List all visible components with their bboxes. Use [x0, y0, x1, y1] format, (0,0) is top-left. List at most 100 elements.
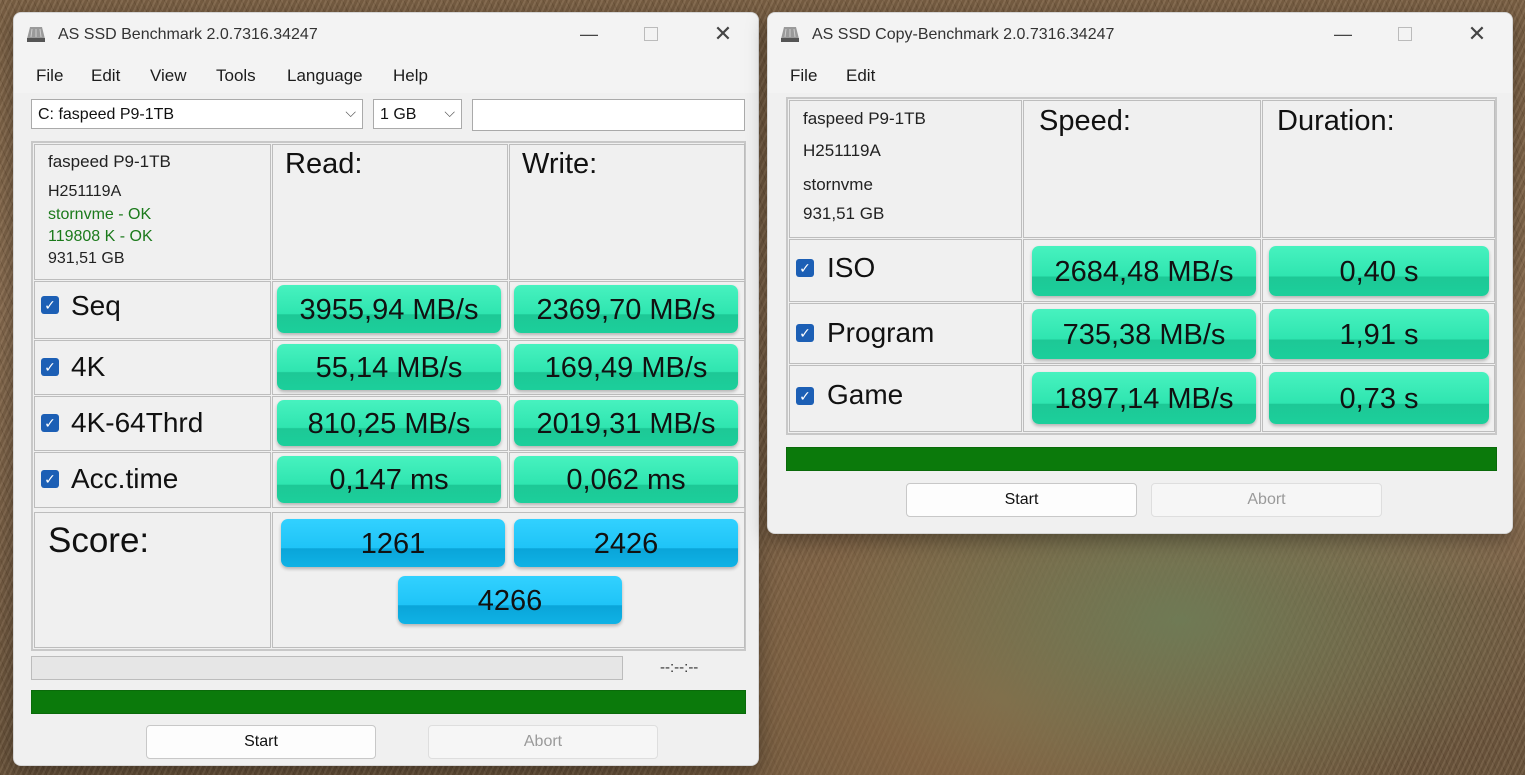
program-speed-value: 735,38 MB/s: [1032, 309, 1256, 359]
minimize-icon[interactable]: —: [578, 23, 600, 45]
menu-file[interactable]: File: [36, 66, 63, 86]
menu-edit[interactable]: Edit: [846, 66, 875, 86]
copy-drive-info-cell: faspeed P9-1TB H251119A stornvme 931,51 …: [789, 100, 1022, 238]
test-progress-bar: [31, 656, 623, 680]
chevron-down-icon: ⌵: [345, 104, 356, 120]
driver-status: stornvme - OK: [48, 206, 152, 223]
size-select[interactable]: 1 GB ⌵: [373, 99, 462, 129]
abort-button[interactable]: Abort: [1151, 483, 1382, 517]
row-game-label-cell: ✓ Game: [789, 365, 1022, 432]
as-ssd-copy-benchmark-window: AS SSD Copy-Benchmark 2.0.7316.34247 — ✕…: [767, 12, 1513, 534]
menu-language[interactable]: Language: [287, 66, 363, 86]
row-4k-write-cell: 169,49 MB/s: [509, 340, 745, 395]
row-4k-read-cell: 55,14 MB/s: [272, 340, 508, 395]
drive-firmware: H251119A: [803, 141, 881, 160]
maximize-icon[interactable]: [640, 23, 662, 45]
score-read-value: 1261: [281, 519, 505, 567]
4k-write-value: 169,49 MB/s: [514, 344, 738, 390]
speed-header: Speed:: [1039, 105, 1131, 137]
drive-icon: [781, 27, 799, 42]
row-label-acctime: Acc.time: [71, 463, 179, 494]
row-seq-write-cell: 2369,70 MB/s: [509, 281, 745, 339]
game-speed-value: 1897,14 MB/s: [1032, 372, 1256, 424]
start-button[interactable]: Start: [146, 725, 376, 759]
row-acctime-read-cell: 0,147 ms: [272, 452, 508, 508]
close-icon[interactable]: ✕: [1466, 23, 1488, 45]
start-button[interactable]: Start: [906, 483, 1137, 517]
row-game-duration-cell: 0,73 s: [1262, 365, 1495, 432]
row-4k64-read-cell: 810,25 MB/s: [272, 396, 508, 451]
abort-button[interactable]: Abort: [428, 725, 658, 759]
menu-tools[interactable]: Tools: [216, 66, 256, 86]
menu-help[interactable]: Help: [393, 66, 428, 86]
score-total-value: 4266: [398, 576, 622, 624]
row-label-4k64thrd: 4K-64Thrd: [71, 407, 204, 438]
duration-header-cell: Duration:: [1262, 100, 1495, 238]
row-seq-label-cell: ✓ Seq: [34, 281, 271, 339]
checkbox-checked-icon[interactable]: ✓: [796, 324, 814, 342]
row-label-game: Game: [827, 379, 904, 410]
row-label-program: Program: [827, 317, 935, 348]
row-acctime-write-cell: 0,062 ms: [509, 452, 745, 508]
read-header-cell: Read:: [272, 144, 508, 280]
row-acctime-label-cell: ✓ Acc.time: [34, 452, 271, 508]
driver-name: stornvme: [803, 175, 873, 194]
copy-content: faspeed P9-1TB H251119A stornvme 931,51 …: [768, 93, 1512, 533]
score-values-cell: 1261 2426 4266: [272, 512, 745, 648]
log-textbox[interactable]: [472, 99, 745, 131]
row-iso-speed-cell: 2684,48 MB/s: [1023, 239, 1261, 302]
row-label-iso: ISO: [827, 252, 876, 283]
game-duration-value: 0,73 s: [1269, 372, 1489, 424]
menu-file[interactable]: File: [790, 66, 817, 86]
read-header: Read:: [285, 148, 363, 180]
checkbox-checked-icon[interactable]: ✓: [796, 387, 814, 405]
score-label: Score:: [48, 521, 150, 560]
row-program-label-cell: ✓ Program: [789, 303, 1022, 364]
iso-duration-value: 0,40 s: [1269, 246, 1489, 296]
4k-read-value: 55,14 MB/s: [277, 344, 501, 390]
menu-edit[interactable]: Edit: [91, 66, 120, 86]
checkbox-checked-icon[interactable]: ✓: [41, 470, 59, 488]
drive-capacity: 931,51 GB: [48, 250, 125, 267]
program-duration-value: 1,91 s: [1269, 309, 1489, 359]
drive-info-cell: faspeed P9-1TB H251119A stornvme - OK 11…: [34, 144, 271, 280]
window-title: AS SSD Copy-Benchmark 2.0.7316.34247: [812, 26, 1115, 43]
iso-speed-value: 2684,48 MB/s: [1032, 246, 1256, 296]
write-header: Write:: [522, 148, 598, 180]
size-select-value: 1 GB: [380, 106, 417, 123]
checkbox-checked-icon[interactable]: ✓: [796, 259, 814, 277]
menu-view[interactable]: View: [150, 66, 187, 86]
elapsed-time: --:--:--: [660, 659, 699, 676]
row-seq-read-cell: 3955,94 MB/s: [272, 281, 508, 339]
row-game-speed-cell: 1897,14 MB/s: [1023, 365, 1261, 432]
drive-firmware: H251119A: [48, 183, 122, 200]
title-bar[interactable]: AS SSD Copy-Benchmark 2.0.7316.34247 — ✕: [768, 13, 1512, 57]
checkbox-checked-icon[interactable]: ✓: [41, 358, 59, 376]
checkbox-checked-icon[interactable]: ✓: [41, 296, 59, 314]
write-header-cell: Write:: [509, 144, 745, 280]
checkbox-checked-icon[interactable]: ✓: [41, 414, 59, 432]
4k64-read-value: 810,25 MB/s: [277, 400, 501, 446]
maximize-icon[interactable]: [1394, 23, 1416, 45]
duration-header: Duration:: [1277, 105, 1395, 137]
close-icon[interactable]: ✕: [712, 23, 734, 45]
score-write-value: 2426: [514, 519, 738, 567]
row-4k-label-cell: ✓ 4K: [34, 340, 271, 395]
drive-select-value: C: faspeed P9-1TB: [38, 106, 175, 123]
drive-icon: [27, 27, 45, 42]
row-program-speed-cell: 735,38 MB/s: [1023, 303, 1261, 364]
score-label-cell: Score:: [34, 512, 271, 648]
window-title: AS SSD Benchmark 2.0.7316.34247: [58, 26, 318, 43]
seq-read-value: 3955,94 MB/s: [277, 285, 501, 333]
row-iso-label-cell: ✓ ISO: [789, 239, 1022, 302]
minimize-icon[interactable]: —: [1332, 23, 1354, 45]
acctime-read-value: 0,147 ms: [277, 456, 501, 503]
row-program-duration-cell: 1,91 s: [1262, 303, 1495, 364]
alignment-status: 119808 K - OK: [48, 228, 153, 245]
drive-model: faspeed P9-1TB: [48, 152, 171, 171]
acctime-write-value: 0,062 ms: [514, 456, 738, 503]
title-bar[interactable]: AS SSD Benchmark 2.0.7316.34247 — ✕: [14, 13, 758, 57]
drive-select[interactable]: C: faspeed P9-1TB ⌵: [31, 99, 363, 129]
4k64-write-value: 2019,31 MB/s: [514, 400, 738, 446]
menu-bar: File Edit: [768, 57, 1512, 93]
